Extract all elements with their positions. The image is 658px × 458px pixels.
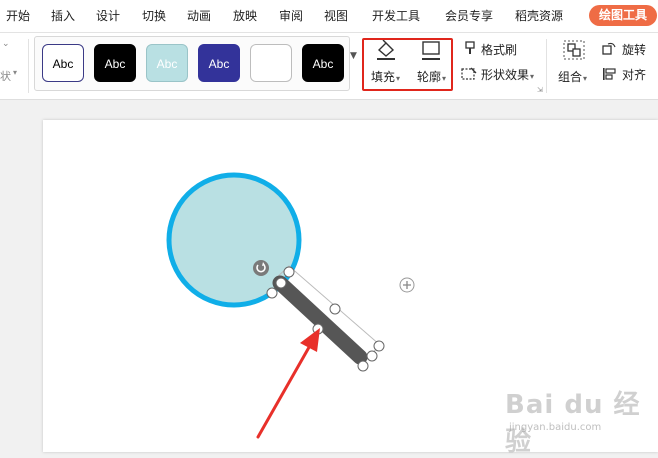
watermark-brand: Bai du 经验 — [505, 390, 641, 457]
resize-handle[interactable] — [373, 340, 385, 352]
handle-shape[interactable] — [272, 275, 368, 365]
baidu-watermark-logo: Bai du 经验 jingyan.baidu.com — [505, 384, 655, 457]
annotation-arrow-icon — [256, 328, 320, 439]
resize-handle[interactable] — [266, 287, 278, 299]
watermark-url: jingyan.baidu.com — [509, 422, 602, 433]
resize-handle[interactable] — [366, 350, 378, 362]
resize-handle[interactable] — [283, 266, 295, 278]
add-icon[interactable] — [399, 277, 415, 293]
selection-box — [274, 265, 381, 361]
resize-handle[interactable] — [329, 303, 341, 315]
resize-handle[interactable] — [357, 360, 369, 372]
resize-handle[interactable] — [275, 277, 287, 289]
rotate-handle-icon[interactable] — [253, 260, 269, 276]
